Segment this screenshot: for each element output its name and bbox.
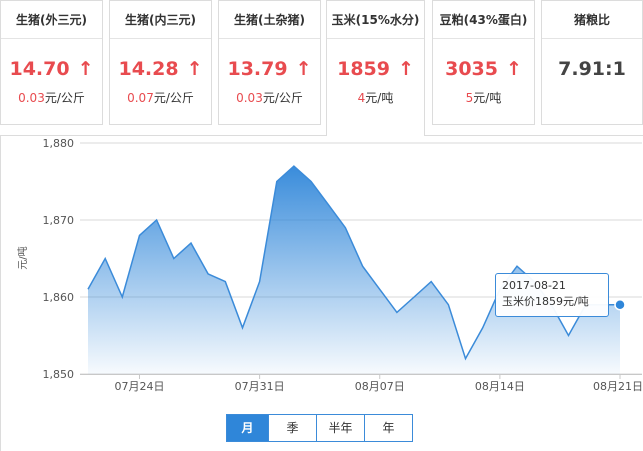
range-button-half-year[interactable]: 半年 — [316, 415, 364, 441]
chart-tooltip: 2017-08-21 玉米价1859元/吨 — [495, 273, 609, 317]
card-corn[interactable]: 玉米(15%水分) 1859 ↑ 4元/吨 — [326, 0, 425, 136]
y-tick-label: 1,850 — [43, 368, 75, 381]
price-chart: 1,850 1,860 1,870 1,880 07月24日 07月31日 08月07日 08… — [16, 137, 643, 393]
tooltip-text: 玉米价1859元/吨 — [502, 295, 589, 308]
card-change: 4元/吨 — [327, 90, 424, 106]
x-tick-label: 07月24日 — [114, 380, 164, 393]
x-tick-label: 08月21日 — [593, 380, 643, 393]
x-tick-label: 08月07日 — [355, 380, 405, 393]
divider — [327, 38, 424, 39]
y-tick-label: 1,880 — [43, 137, 75, 150]
range-button-year[interactable]: 年 — [364, 415, 412, 441]
highlight-point[interactable] — [614, 298, 626, 311]
change-unit: 元/吨 — [365, 91, 394, 105]
up-arrow-icon: ↑ — [397, 58, 414, 80]
price-value: 1859 — [337, 58, 390, 80]
range-selector: 月 季 半年 年 — [226, 414, 413, 442]
card-price: 1859 ↑ — [327, 57, 424, 81]
range-button-quarter[interactable]: 季 — [268, 415, 316, 441]
y-tick-label: 1,860 — [43, 291, 75, 304]
tooltip-date: 2017-08-21 — [502, 279, 566, 292]
card-title: 玉米(15%水分) — [331, 13, 420, 27]
y-tick-label: 1,870 — [43, 214, 75, 227]
area-fill — [88, 166, 620, 374]
y-axis-label: 元/吨 — [16, 246, 29, 269]
x-tick-label: 07月31日 — [235, 380, 285, 393]
x-tick-label: 08月14日 — [475, 380, 525, 393]
range-button-month[interactable]: 月 — [227, 415, 268, 441]
